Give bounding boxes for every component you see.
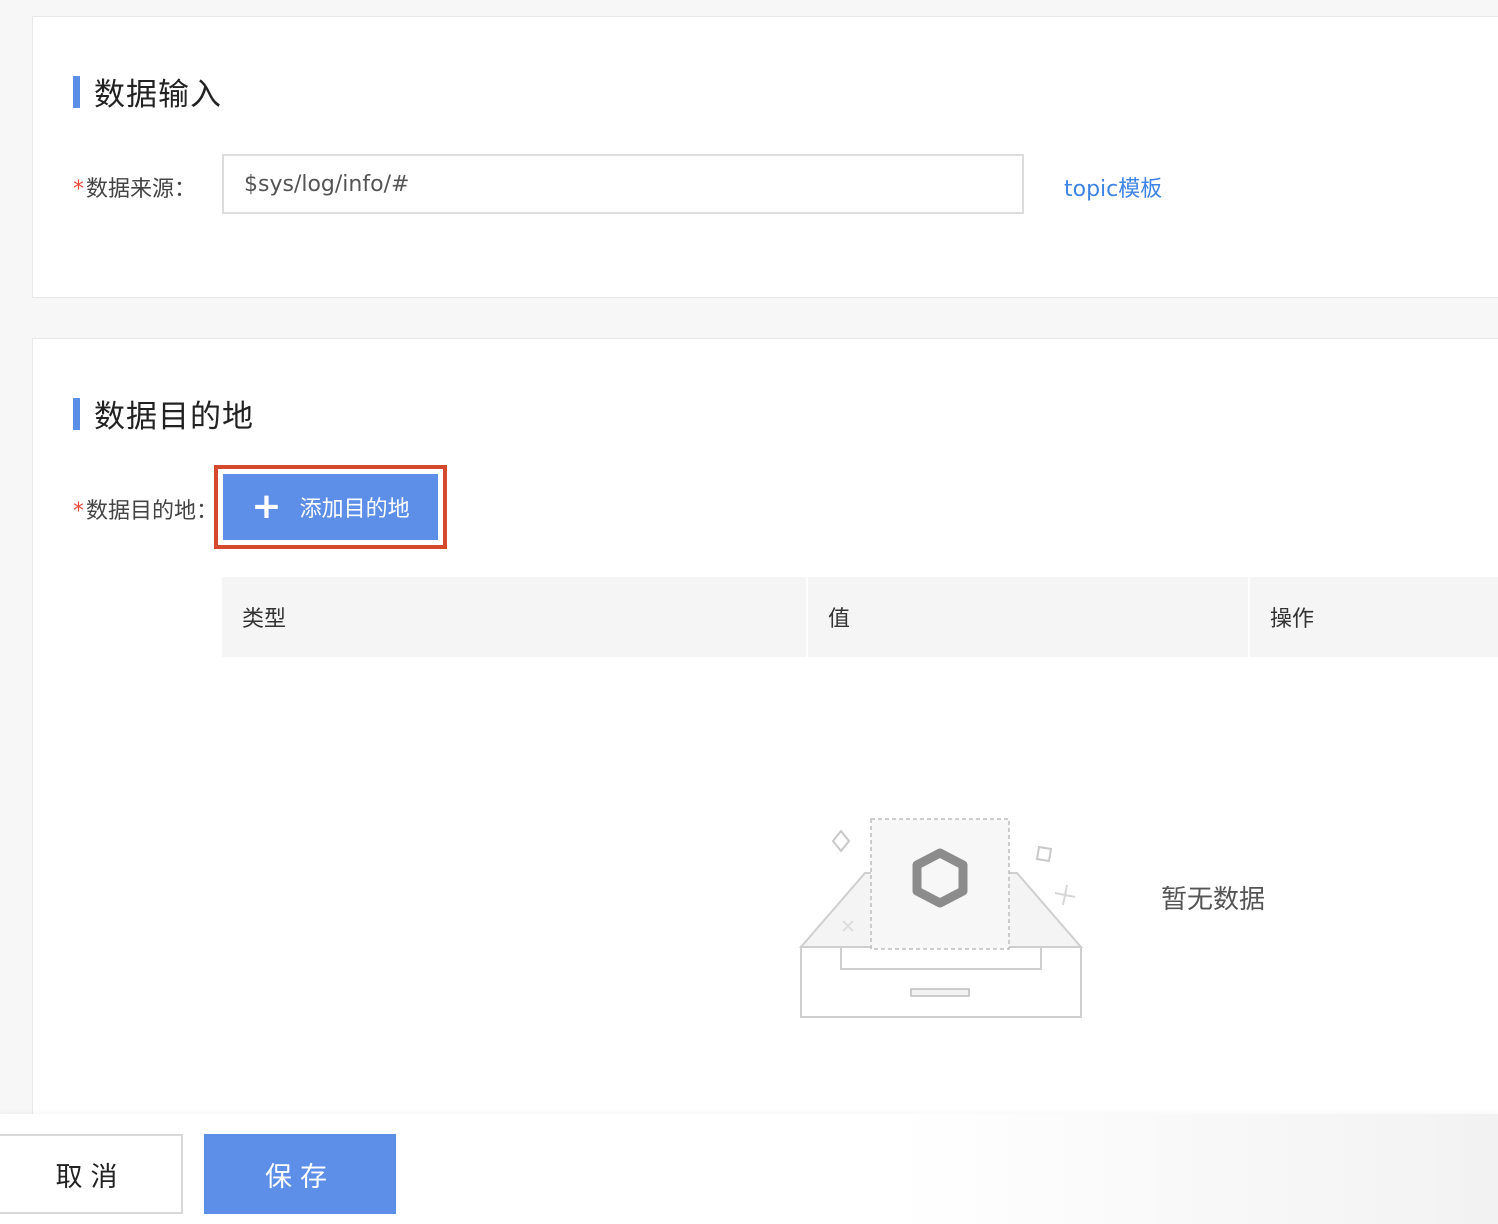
add-destination-label: 添加目的地: [299, 497, 410, 522]
add-destination-button[interactable]: + 添加目的地: [223, 474, 438, 540]
save-button[interactable]: 保存: [204, 1134, 396, 1214]
column-header-value: 值: [808, 577, 1250, 657]
data-destination-card: 数据目的地 *数据目的地： + 添加目的地 类型 值 操作 暂无数据: [32, 338, 1498, 1138]
destination-table-header: 类型 值 操作: [222, 577, 1498, 657]
column-header-actions: 操作: [1270, 607, 1315, 632]
required-mark: *: [73, 177, 84, 202]
footer-bar: 取消 保存: [0, 1114, 1498, 1224]
empty-state: 暂无数据: [799, 817, 1265, 1027]
column-header-type: 类型: [222, 577, 808, 657]
cancel-button[interactable]: 取消: [0, 1134, 183, 1214]
section-title-input: 数据输入: [73, 69, 222, 114]
data-source-input[interactable]: [222, 154, 1024, 214]
section-title-text: 数据输入: [94, 77, 222, 113]
title-accent-bar: [73, 75, 80, 108]
plus-icon: +: [251, 486, 282, 527]
page: 数据输入 *数据来源： topic模板 数据目的地 *数据目的地： + 添加目的…: [0, 0, 1498, 1224]
topic-template-link[interactable]: topic模板: [1064, 171, 1162, 203]
empty-box-icon: [799, 818, 1084, 1018]
data-destination-label: *数据目的地：: [73, 493, 218, 525]
section-title-text: 数据目的地: [94, 399, 254, 435]
data-source-label: *数据来源：: [73, 171, 196, 203]
title-accent-bar: [73, 397, 80, 430]
section-title-destination: 数据目的地: [73, 391, 254, 436]
data-destination-label-text: 数据目的地：: [86, 499, 219, 524]
add-destination-highlight: + 添加目的地: [214, 465, 447, 549]
data-source-label-text: 数据来源：: [86, 177, 197, 202]
required-mark: *: [73, 499, 84, 524]
data-input-card: 数据输入 *数据来源： topic模板: [32, 16, 1498, 298]
empty-text: 暂无数据: [1161, 885, 1266, 915]
